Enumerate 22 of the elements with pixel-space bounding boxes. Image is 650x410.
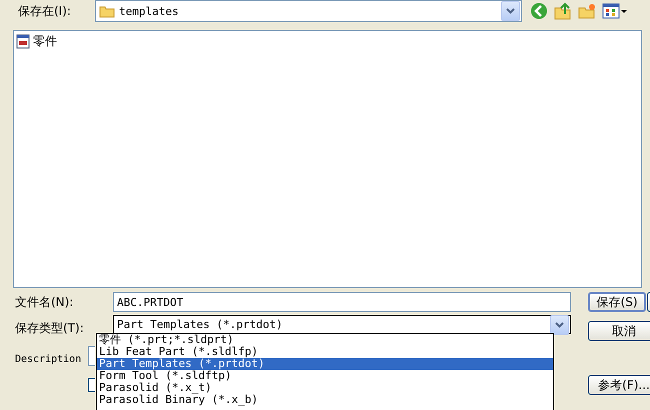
checkbox[interactable] <box>88 378 95 392</box>
description-field[interactable] <box>88 346 95 366</box>
location-dropdown[interactable]: templates <box>95 0 522 22</box>
chevron-down-icon <box>506 8 515 14</box>
file-name-label: 文件名(N): <box>15 294 74 310</box>
file-name-field[interactable]: ABC.PRTDOT <box>113 292 571 312</box>
up-folder-icon[interactable] <box>554 2 572 20</box>
back-icon[interactable] <box>530 2 548 20</box>
browse-button[interactable]: 参考(F)... <box>588 375 650 395</box>
view-menu-icon[interactable] <box>602 3 628 19</box>
location-label: 保存在(I): <box>17 2 72 20</box>
file-name[interactable]: 零件 <box>33 33 57 50</box>
file-type-label: 保存类型(T): <box>15 320 85 336</box>
folder-icon <box>99 4 115 18</box>
document-icon <box>16 34 30 49</box>
save-button[interactable]: 保存(S) <box>588 292 646 312</box>
new-folder-icon[interactable] <box>578 3 596 19</box>
file-type-dropdown[interactable]: Part Templates (*.prtdot) <box>113 315 571 334</box>
cancel-button[interactable]: 取消 <box>588 321 650 341</box>
chevron-down-icon <box>555 322 564 328</box>
file-type-option[interactable]: Part Templates (*.prtdot) <box>97 358 553 370</box>
description-label: Description <box>15 354 82 365</box>
